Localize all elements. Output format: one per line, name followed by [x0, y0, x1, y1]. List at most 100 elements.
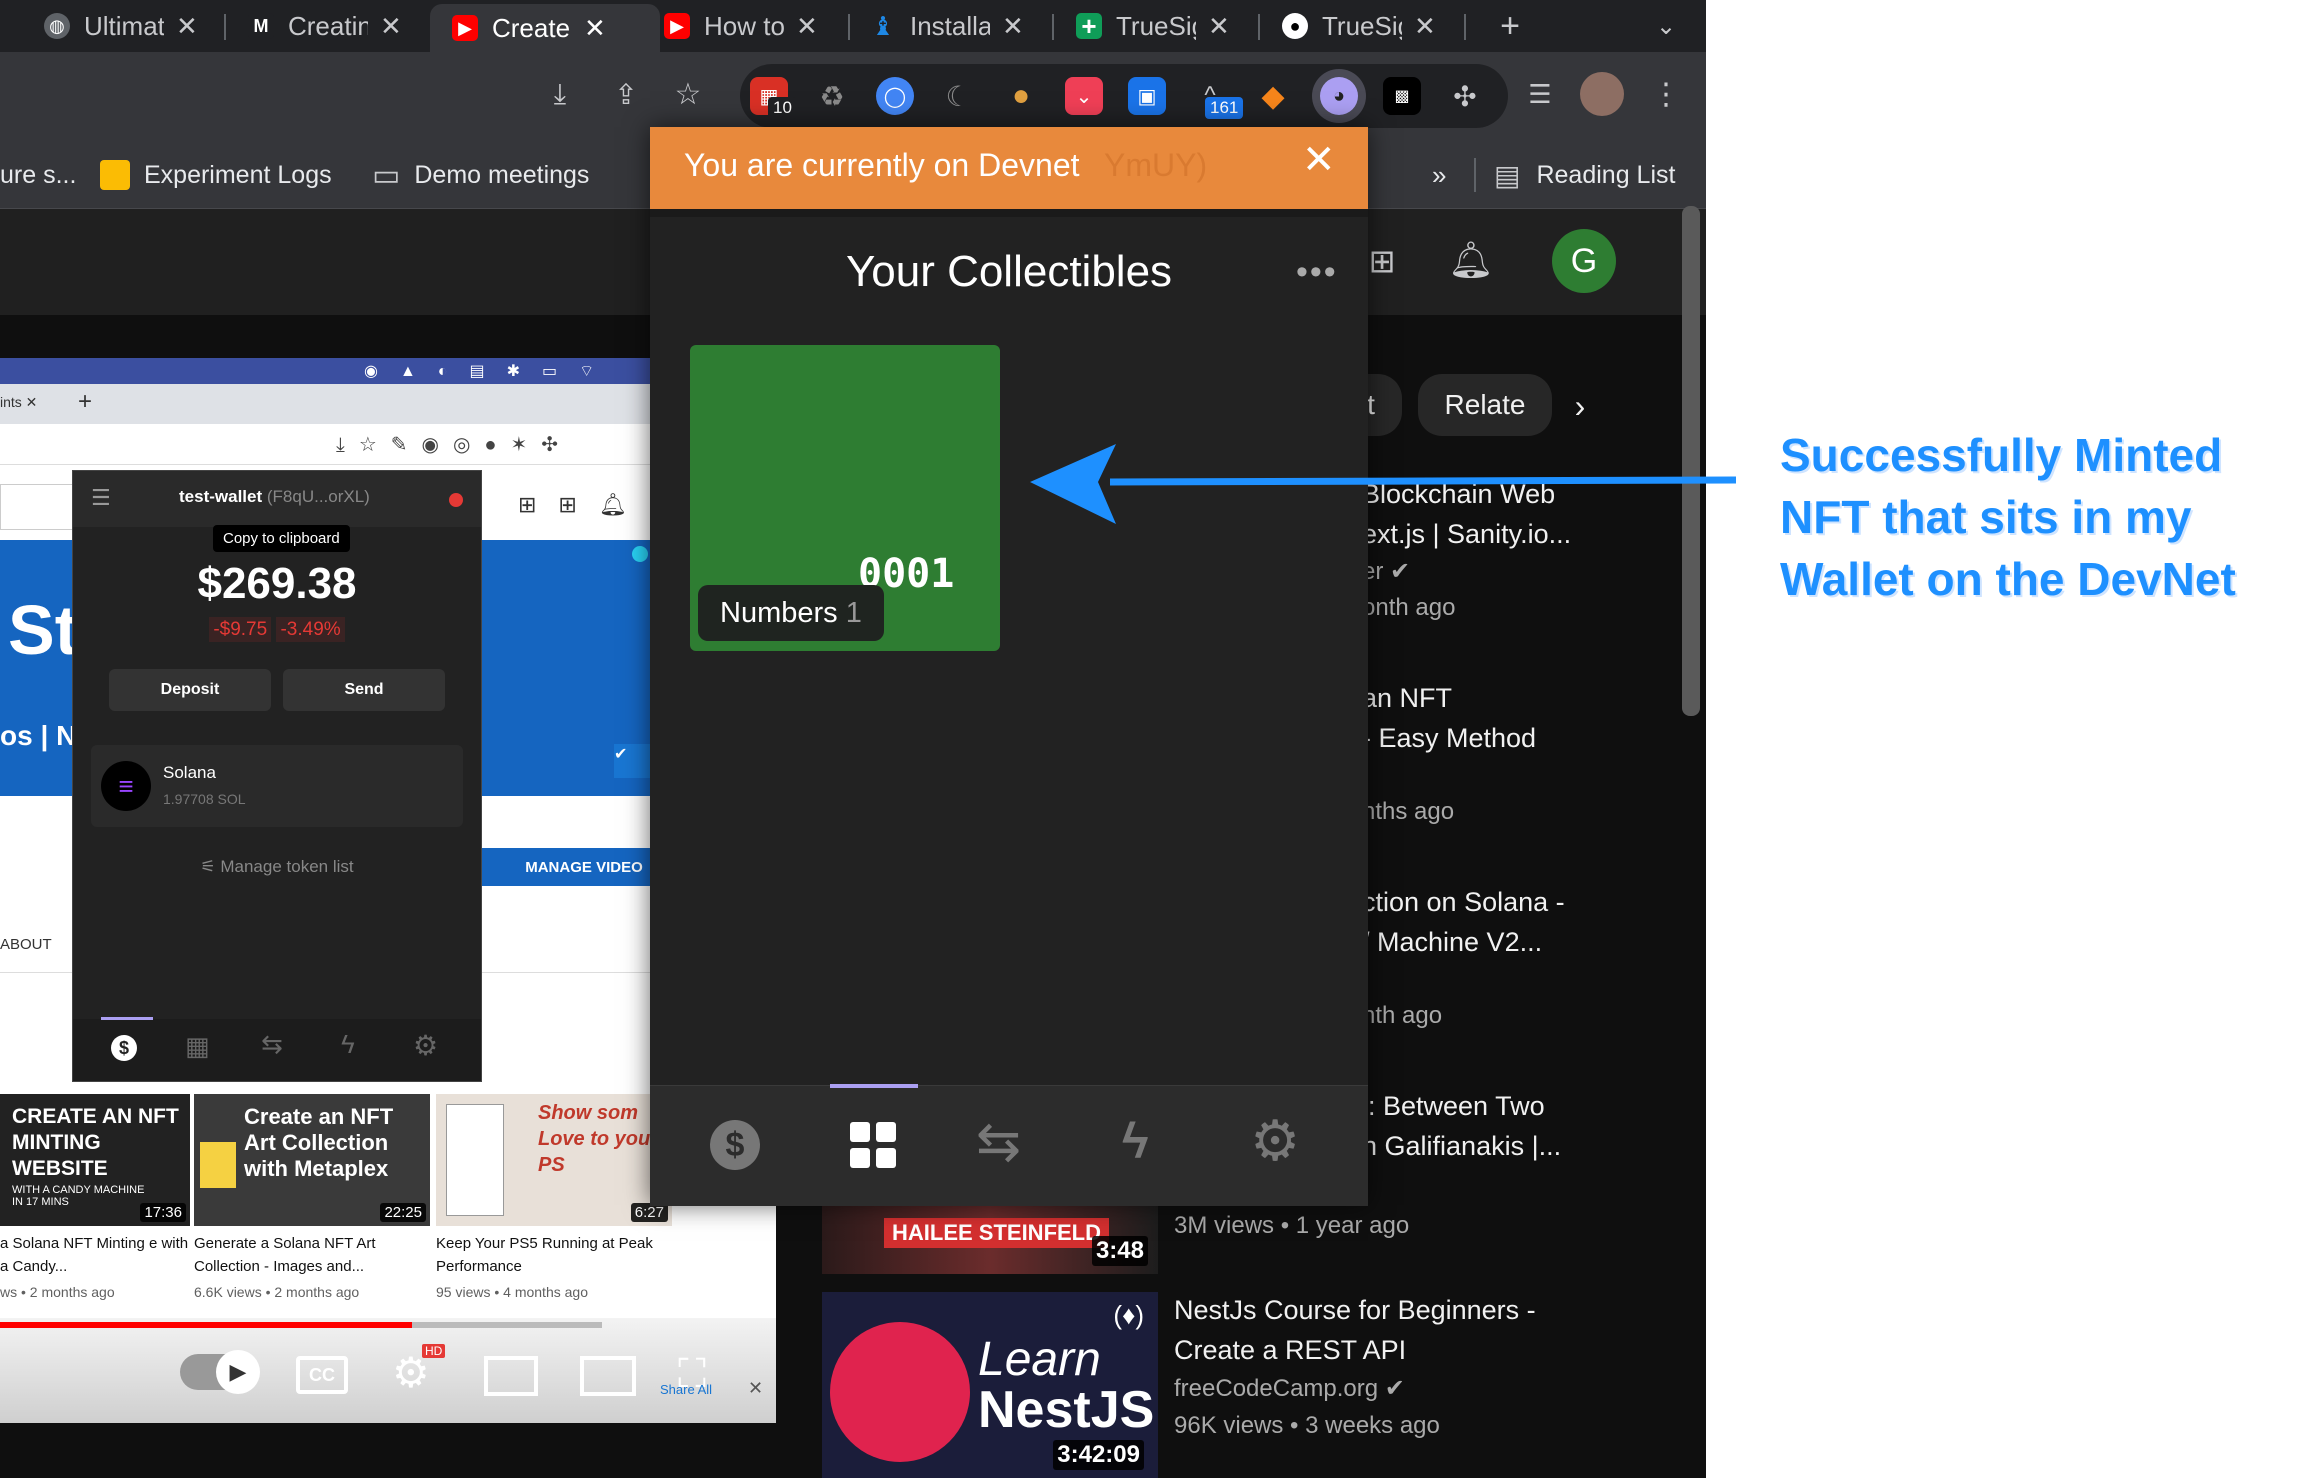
chips-next-chevron-icon[interactable]: › — [1560, 386, 1600, 426]
video-title-line: ction on Solana - — [1362, 887, 1565, 917]
nft-card[interactable]: 0001 Numbers 1 — [690, 345, 1000, 651]
settings-gear-icon[interactable]: ⚙ — [1250, 1108, 1300, 1174]
inner-new-tab-icon: + — [78, 388, 93, 415]
circle-extension-icon[interactable]: ◯ — [876, 77, 914, 115]
related-video-4-title[interactable]: l: Between Two n Galifianakis |... — [1362, 1086, 1692, 1166]
close-tab-icon[interactable]: ✕ — [796, 11, 818, 42]
tab-truesig-github[interactable]: ● TrueSig ✕ — [1282, 6, 1436, 46]
extensions-puzzle-icon[interactable]: ✣ — [1446, 77, 1484, 115]
bookmark-experiment-logs[interactable]: Experiment Logs — [100, 142, 332, 208]
close-tab-icon[interactable]: ✕ — [1002, 11, 1024, 42]
nestjs-logo — [830, 1322, 970, 1462]
share-icon[interactable]: ⇪ — [606, 74, 646, 114]
bookmark-label: ure s... — [0, 160, 77, 189]
close-tab-icon[interactable]: ✕ — [176, 11, 198, 42]
banner-shadow — [650, 209, 1368, 217]
notes-extension-icon[interactable]: ^ 161 — [1191, 77, 1244, 119]
avatar-letter: G — [1570, 241, 1598, 280]
github-icon: ● — [1282, 13, 1308, 39]
swap-arrows-icon[interactable]: ⇆ — [976, 1110, 1021, 1173]
deposit-label: Deposit — [160, 681, 220, 698]
collectibles-heading: Your Collectibles — [845, 247, 1173, 296]
collectibles-grid-icon[interactable] — [850, 1122, 896, 1168]
settings-gear-icon: ⚙ — [413, 1030, 439, 1061]
more-options-icon[interactable]: ••• — [1296, 253, 1338, 292]
related-video-2[interactable]: an NFT - Easy Method nths ago — [1362, 678, 1692, 830]
tab-installa[interactable]: ♝ Installa ✕ — [870, 6, 1024, 46]
video-title-line: l: Between Two — [1362, 1091, 1545, 1121]
collectibles-grid-icon: ▦ — [185, 1031, 210, 1061]
video-title-line: n Galifianakis |... — [1362, 1131, 1562, 1161]
thumbnail-nestjs[interactable]: Learn NestJS (♦) 3:42:09 — [822, 1292, 1158, 1478]
moon-extension-icon[interactable]: ☾ — [939, 77, 977, 115]
bookmarks-overflow-button[interactable]: » — [1432, 142, 1446, 208]
profile-avatar[interactable] — [1580, 72, 1624, 116]
ps5-console — [446, 1104, 504, 1216]
recycle-extension-icon[interactable]: ♻ — [813, 77, 851, 115]
media-queue-icon[interactable]: ☰ — [1520, 74, 1560, 114]
notes-badge: 161 — [1205, 97, 1244, 119]
video-duration: 17:36 — [140, 1203, 186, 1222]
chip-label: t — [1367, 389, 1375, 420]
lightning-bolt-icon[interactable]: ϟ — [1122, 1112, 1148, 1170]
close-icon: ✕ — [748, 1378, 764, 1398]
channel-row: freeCodeCamp.org ✔ — [1174, 1370, 1674, 1408]
tab-truesig-sheet[interactable]: + TrueSig ✕ — [1076, 6, 1230, 46]
tab-label: Ultimat — [84, 10, 164, 41]
bookmark-demo-meetings[interactable]: ▭ Demo meetings — [372, 142, 589, 208]
chrome-menu-kebab-icon[interactable]: ⋮ — [1646, 74, 1686, 114]
nft-collection-name: Numbers — [720, 596, 838, 629]
account-avatar[interactable]: G — [1552, 229, 1616, 293]
tab-divider — [1052, 14, 1054, 40]
related-video-3[interactable]: ction on Solana - / Machine V2... nth ag… — [1362, 882, 1692, 1034]
solana-logo-icon: ≡ — [101, 761, 151, 811]
tab-how-to[interactable]: ▶ How to ✕ — [664, 6, 818, 46]
overflow-label: » — [1432, 159, 1447, 190]
tab-ultimat[interactable]: ◍ Ultimat ✕ — [44, 6, 198, 46]
chip-label: Relate — [1444, 389, 1526, 420]
tab-divider — [1464, 14, 1466, 40]
thumbnail-subtitle: WITH A CANDY MACHINE IN 17 MINS — [12, 1184, 145, 1208]
reading-list-button[interactable]: ▤ Reading List — [1494, 142, 1675, 208]
close-tab-icon[interactable]: ✕ — [1414, 11, 1436, 42]
apps-grid-icon[interactable]: ⊞ — [1362, 239, 1402, 283]
thumbnail-caption: HAILEE STEINFELD — [884, 1218, 1110, 1248]
nft-count: 1 — [845, 596, 862, 629]
bookmark-truncated[interactable]: ure s... — [0, 142, 76, 208]
tab-create-active[interactable]: ▶ Create ✕ — [430, 4, 660, 52]
new-tab-plus-icon[interactable]: + — [1490, 6, 1530, 46]
close-banner-icon[interactable]: ✕ — [1302, 137, 1336, 183]
banner-title: St — [8, 591, 78, 669]
active-nav-indicator — [101, 1017, 153, 1020]
bookmark-star-icon[interactable]: ☆ — [668, 74, 708, 114]
pixel-extension-icon[interactable]: ▩ — [1383, 77, 1421, 115]
reading-list-icon: ▤ — [1494, 159, 1521, 191]
inner-tab-label: ints — [0, 394, 22, 410]
phantom-wallet-icon[interactable]: ◕ — [1320, 77, 1358, 115]
inner-video-info-1: a Solana NFT Minting e with a Candy... w… — [0, 1232, 190, 1300]
close-tab-icon[interactable]: ✕ — [380, 11, 402, 42]
phantom-wallet-popup: You are currently on Devnet YmUY) ✕ Your… — [650, 127, 1368, 1206]
tab-search-chevron-icon[interactable]: ⌄ — [1646, 8, 1686, 44]
notifications-bell-icon[interactable]: 🔔︎ — [1448, 235, 1494, 285]
change-percent: -3.49% — [276, 617, 345, 642]
tab-creatin[interactable]: M Creatin ✕ — [248, 6, 402, 46]
video-meta: ws • 2 months ago — [0, 1284, 115, 1300]
screen-extension-icon[interactable]: ▣ — [1128, 77, 1166, 115]
thumbnail-title: Create an NFT Art Collection with Metapl… — [244, 1104, 394, 1181]
metamask-fox-icon[interactable]: ◆ — [1254, 77, 1292, 115]
related-video-5[interactable]: NestJs Course for Beginners - Create a R… — [1174, 1290, 1674, 1444]
close-tab-icon[interactable]: ✕ — [584, 13, 606, 44]
pocket-extension-icon[interactable]: ⌄ — [1065, 77, 1103, 115]
chip-related[interactable]: Relate — [1418, 374, 1552, 436]
install-app-icon[interactable]: ⤓ — [540, 74, 580, 114]
token-amount: 1.97708 SOL — [163, 791, 246, 807]
extensions-tray: ▦ 10 ♻ ◯ ☾ ● ⌄ ▣ ^ 161 ◆ ◕ ▩ ✣ — [740, 64, 1508, 128]
manage-token-list-link: ⚟ Manage token list — [73, 857, 481, 877]
tab-divider — [224, 14, 226, 40]
banner-subtitle: os | N — [0, 720, 77, 751]
calendar-extension-icon[interactable]: ▦ 10 — [750, 77, 797, 119]
cookie-extension-icon[interactable]: ● — [1002, 77, 1040, 115]
balance-dollar-icon[interactable]: $ — [710, 1120, 760, 1170]
close-tab-icon[interactable]: ✕ — [1208, 11, 1230, 42]
